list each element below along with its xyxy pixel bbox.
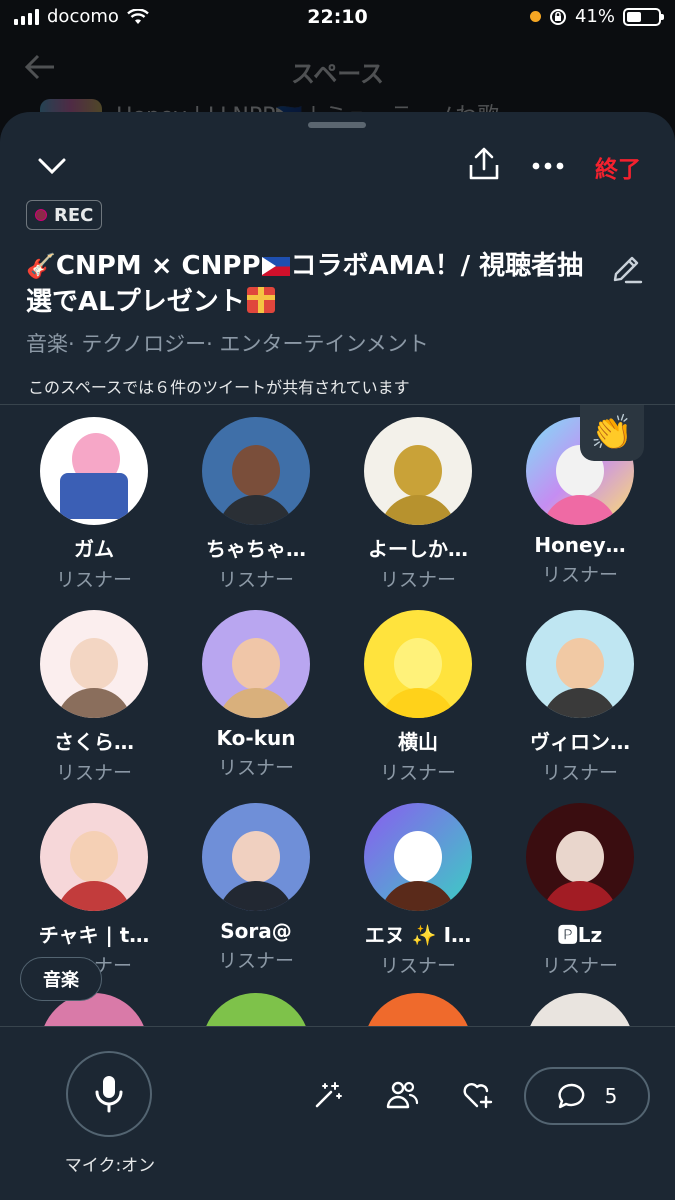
avatar[interactable]	[364, 803, 472, 911]
participant-role: リスナー	[55, 762, 132, 784]
share-icon[interactable]	[464, 144, 504, 184]
mic-in-use-indicator	[529, 11, 541, 22]
space-sheet: 終了 REC 🎸CNPM × CNPP コラボAMA！/ 視聴者抽選でALプレゼン…	[0, 112, 675, 1200]
edit-icon[interactable]	[610, 250, 644, 284]
avatar[interactable]	[40, 417, 148, 525]
avatar[interactable]	[202, 803, 310, 911]
participant[interactable]: ちゃちゃ… リスナー	[181, 417, 331, 592]
participant-name: チャキ | t…	[38, 923, 150, 947]
participant-role: リスナー	[379, 762, 456, 784]
participant-name: エヌ ✨ I…	[364, 923, 472, 947]
participant-role: リスナー	[217, 950, 294, 972]
magic-wand-icon[interactable]	[310, 1077, 346, 1113]
reply-icon	[558, 1083, 584, 1109]
end-space-button[interactable]: 終了	[595, 150, 641, 184]
participant-role: リスナー	[55, 569, 132, 591]
bottom-controls: マイク:オン 5	[0, 1026, 675, 1200]
participant-name: Honey…	[534, 533, 626, 557]
space-categories: 音楽· テクノロジー· エンターテインメント	[26, 332, 429, 356]
participants-grid: ガム リスナー ちゃちゃ… リスナー よーしか… リスナー Honey… リスナ…	[0, 405, 675, 1026]
avatar[interactable]	[526, 610, 634, 718]
status-bar: docomo 22:10 41%	[0, 0, 675, 36]
participant[interactable]: Sora@ リスナー	[181, 803, 331, 973]
participant-role: リスナー	[541, 762, 618, 784]
background-title: スペース	[290, 60, 385, 88]
participant-role: リスナー	[541, 564, 618, 586]
rec-label: REC	[54, 204, 94, 226]
participant[interactable]: Ko-kun リスナー	[181, 610, 331, 780]
people-icon[interactable]	[382, 1077, 422, 1113]
topic-chip[interactable]: 音楽	[20, 957, 102, 1001]
avatar[interactable]	[526, 803, 634, 911]
participant[interactable]	[343, 993, 493, 1026]
participant-name: ちゃちゃ…	[206, 537, 306, 561]
participant[interactable]: 🅿Lz リスナー	[505, 803, 655, 978]
mic-button[interactable]	[66, 1051, 152, 1137]
participant-role: リスナー	[379, 955, 456, 977]
avatar[interactable]	[364, 993, 472, 1026]
participant-name: ガム	[74, 537, 114, 561]
chevron-down-icon[interactable]	[34, 150, 70, 182]
participant-name: さくら…	[54, 730, 134, 754]
participant[interactable]	[505, 993, 655, 1026]
rec-badge: REC	[26, 200, 103, 230]
participant[interactable]: さくら… リスナー	[19, 610, 169, 785]
space-title-part1: CNPM × CNPP	[55, 251, 261, 281]
participant[interactable]: よーしか… リスナー	[343, 417, 493, 592]
avatar[interactable]	[364, 610, 472, 718]
battery-icon	[623, 7, 664, 26]
reply-count: 5	[604, 1084, 618, 1108]
gift-icon	[246, 287, 275, 313]
participant-name: Sora@	[220, 919, 292, 943]
orientation-lock-icon	[549, 8, 566, 25]
shared-tweets-info[interactable]: このスペースでは６件のツイートが共有されています	[28, 374, 410, 398]
mic-icon	[95, 1076, 123, 1113]
avatar[interactable]	[40, 803, 148, 911]
participant-role: リスナー	[217, 569, 294, 591]
space-title: 🎸CNPM × CNPP コラボAMA！/ 視聴者抽選でALプレゼント	[26, 248, 606, 320]
clap-icon: 👏	[580, 405, 644, 461]
avatar[interactable]	[364, 417, 472, 525]
participant-name: Ko-kun	[216, 726, 296, 750]
sheet-toolbar: 終了	[0, 142, 675, 190]
avatar[interactable]	[202, 993, 310, 1026]
sheet-grabber[interactable]	[308, 122, 366, 128]
more-icon[interactable]	[528, 148, 568, 184]
reply-button[interactable]: 5	[524, 1067, 650, 1125]
participant[interactable]: ヴィロン… リスナー	[505, 610, 655, 785]
participant-name: 横山	[398, 730, 438, 754]
avatar[interactable]	[526, 993, 634, 1026]
guitar-emoji: 🎸	[26, 252, 56, 280]
battery-percent: 41%	[574, 6, 615, 27]
mic-label: マイク:オン	[64, 1156, 156, 1176]
participant-role: リスナー	[217, 757, 294, 779]
avatar[interactable]	[202, 417, 310, 525]
participant[interactable]: 横山 リスナー	[343, 610, 493, 785]
participant[interactable]: ガム リスナー	[19, 417, 169, 592]
participant-name: よーしか…	[368, 537, 468, 561]
participant[interactable]	[181, 993, 331, 1026]
status-right: 41%	[529, 6, 664, 27]
participant[interactable]: チャキ | t… リスナー	[19, 803, 169, 978]
heart-plus-icon[interactable]	[458, 1077, 498, 1113]
participant-role: リスナー	[541, 955, 618, 977]
recording-dot	[35, 209, 47, 221]
participant-name: ヴィロン…	[530, 730, 630, 754]
philippines-flag-icon	[261, 257, 290, 276]
participant-role: リスナー	[379, 569, 456, 591]
participant-name: 🅿Lz	[557, 923, 603, 947]
avatar[interactable]	[202, 610, 310, 718]
avatar[interactable]	[40, 610, 148, 718]
participant[interactable]: エヌ ✨ I… リスナー	[343, 803, 493, 978]
